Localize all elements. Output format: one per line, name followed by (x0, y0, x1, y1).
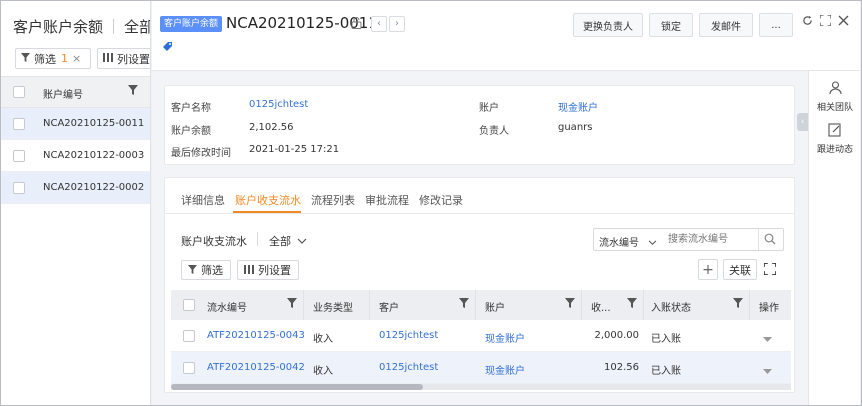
column-filter-icon[interactable] (565, 298, 575, 311)
balance-value: 2,102.56 (249, 122, 294, 133)
lock-icon[interactable] (351, 17, 362, 32)
flow-search-box: 流水编号 (593, 228, 784, 251)
list-item[interactable]: NCA20210122-0002 (1, 172, 150, 204)
owner-value: guanrs (558, 122, 593, 133)
edit-note-icon (809, 123, 861, 141)
scrollbar-thumb[interactable] (171, 384, 423, 390)
column-settings-button[interactable]: 列设置 (97, 48, 150, 69)
row-actions-dropdown-icon[interactable] (763, 333, 772, 346)
tab-account-flow[interactable]: 账户收支流水 (235, 192, 301, 208)
column-filter-icon[interactable] (128, 85, 138, 98)
columns-icon (103, 52, 113, 65)
related-lists-card: 详细信息 账户收支流水 流程列表 审批流程 修改记录 账户收支流水 全部 流水编… (164, 177, 795, 393)
tab-approval-flow[interactable]: 审批流程 (365, 192, 409, 208)
prev-record-button[interactable]: ‹ (371, 16, 387, 32)
change-owner-button[interactable]: 更换负责人 (573, 13, 643, 37)
clear-filter-icon[interactable]: × (72, 52, 81, 65)
object-type-tag: 客户账户余额 (160, 16, 223, 32)
filter-icon (188, 264, 197, 277)
account-link[interactable]: 现金账户 (485, 330, 525, 345)
select-all-checkbox[interactable] (183, 299, 195, 311)
tab-process-list[interactable]: 流程列表 (311, 192, 355, 208)
columns-icon (244, 264, 254, 277)
row-checkbox[interactable] (183, 330, 195, 342)
list-item[interactable]: NCA20210122-0003 (1, 140, 150, 172)
filter-icon (21, 52, 30, 65)
flow-filter-button[interactable]: 筛选 (181, 260, 231, 280)
customer-link[interactable]: 0125jchtest (379, 330, 438, 341)
column-filter-icon[interactable] (733, 298, 743, 311)
fullscreen-icon[interactable] (819, 14, 832, 30)
filter-button[interactable]: 筛选 1 × (15, 48, 91, 69)
detail-panel: 客户账户余额 NCA20210125-0011 ‹ › 更换负责人 锁定 发邮件… (152, 1, 860, 405)
account-no-column: 账户编号 (43, 90, 83, 101)
list-item[interactable]: NCA20210125-0011 (1, 108, 150, 140)
customer-link[interactable]: 0125jchtest (379, 362, 438, 373)
team-icon (809, 81, 861, 99)
account-link[interactable]: 现金账户 (485, 362, 525, 377)
account-info-card: 客户名称 0125jchtest 账户 现金账户 账户余额 2,102.56 负… (164, 85, 795, 165)
select-all-checkbox[interactable] (13, 86, 25, 98)
expand-icon[interactable] (763, 262, 777, 278)
related-team-button[interactable]: 相关团队 (809, 81, 861, 113)
row-checkbox[interactable] (183, 362, 195, 374)
more-actions-button[interactable]: ... (759, 13, 793, 37)
collapse-rail-toggle[interactable]: ‹ (797, 113, 808, 131)
column-filter-icon[interactable] (459, 298, 469, 311)
column-filter-icon[interactable] (627, 298, 637, 311)
relate-button[interactable]: 关联 (723, 259, 757, 280)
send-email-button[interactable]: 发邮件 (699, 13, 753, 37)
column-filter-icon[interactable] (287, 298, 297, 311)
row-checkbox[interactable] (13, 150, 25, 162)
lock-button[interactable]: 锁定 (649, 13, 693, 37)
table-row[interactable]: ATF20210125-0042 收入 0125jchtest 现金账户 102… (171, 352, 791, 384)
flow-table-header: 流水编号 业务类型 客户 账户 收... 入账状态 操作 (171, 290, 791, 320)
flow-column-settings-button[interactable]: 列设置 (237, 260, 299, 280)
search-field-select[interactable]: 流水编号 (599, 234, 657, 249)
right-rail: 相关团队 跟进动态 (808, 71, 860, 405)
flow-no-link[interactable]: ATF20210125-0042 (207, 362, 305, 373)
close-icon[interactable] (838, 15, 849, 30)
row-checkbox[interactable] (13, 182, 25, 194)
list-scope[interactable]: 全部 (124, 18, 150, 36)
flow-scope-select[interactable]: 全部 (269, 233, 307, 249)
row-checkbox[interactable] (13, 118, 25, 130)
tag-icon[interactable] (162, 41, 173, 55)
flow-search-input[interactable] (668, 232, 756, 247)
refresh-icon[interactable] (802, 15, 813, 30)
search-icon[interactable] (764, 233, 776, 248)
flow-section-label: 账户收支流水 (181, 235, 247, 248)
follow-up-button[interactable]: 跟进动态 (809, 123, 861, 155)
list-title: 客户账户余额全部 (13, 16, 150, 37)
tab-details[interactable]: 详细信息 (181, 192, 225, 208)
tab-change-log[interactable]: 修改记录 (419, 192, 463, 208)
filter-count: 1 (61, 52, 68, 65)
modified-time-value: 2021-01-25 17:21 (249, 144, 340, 155)
list-header: 账户编号 (1, 76, 150, 108)
account-link[interactable]: 现金账户 (558, 99, 598, 114)
account-list-panel: 客户账户余额全部 筛选 1 × 列设置 账户编号 NCA20210125-001… (1, 1, 151, 405)
row-actions-dropdown-icon[interactable] (763, 365, 772, 378)
detail-header: 客户账户余额 NCA20210125-0011 ‹ › 更换负责人 锁定 发邮件… (152, 1, 860, 71)
table-row[interactable]: ATF20210125-0043 收入 0125jchtest 现金账户 2,0… (171, 320, 791, 352)
horizontal-scrollbar[interactable] (171, 384, 791, 390)
customer-name-link[interactable]: 0125jchtest (249, 99, 308, 110)
flow-no-link[interactable]: ATF20210125-0043 (207, 330, 305, 341)
add-flow-button[interactable]: + (698, 259, 718, 280)
next-record-button[interactable]: › (389, 16, 405, 32)
